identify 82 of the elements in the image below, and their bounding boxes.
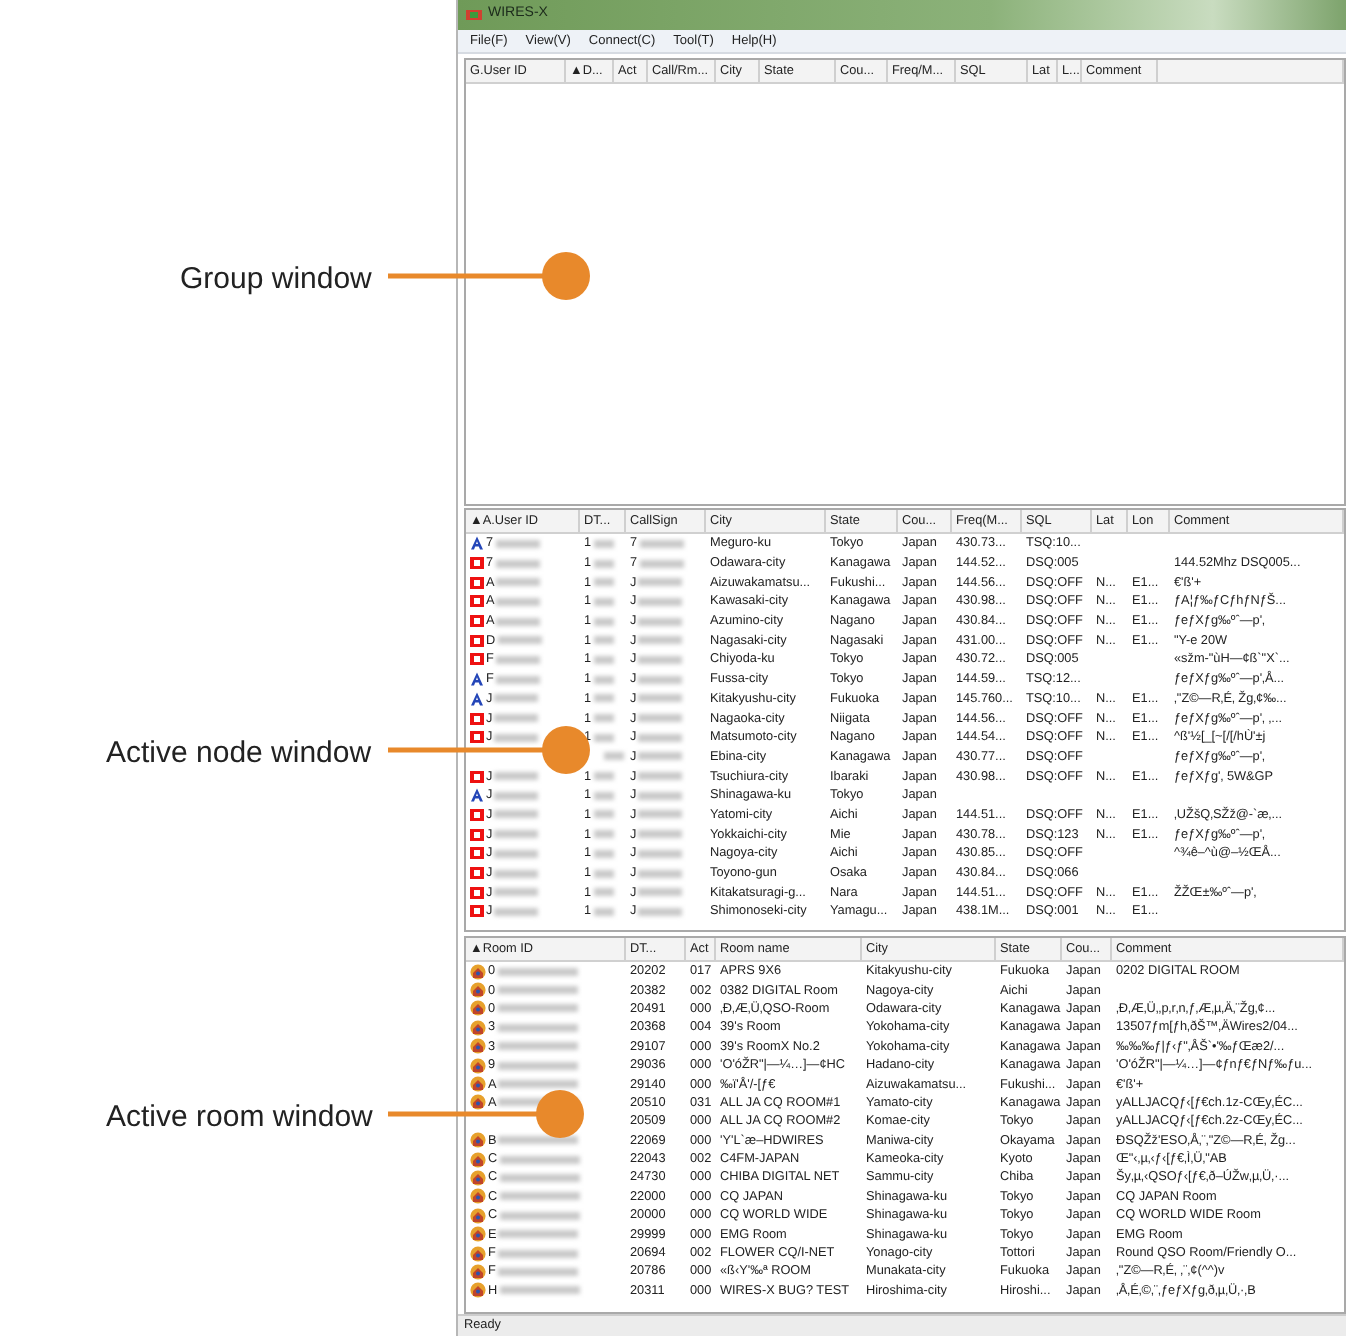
blurred-text-mark (638, 578, 683, 587)
blurred-text-mark (499, 1173, 580, 1182)
blurred-text-mark (494, 849, 539, 858)
blurred-text-mark (638, 597, 683, 606)
blurred-text-mark (638, 888, 683, 897)
blurred-text-mark (496, 597, 541, 606)
blurred-text-mark (638, 830, 683, 839)
blurred-text-mark (497, 1249, 578, 1258)
blurred-text-mark (638, 714, 683, 723)
blurred-text-mark (593, 539, 614, 548)
blurred-text-mark (639, 539, 684, 548)
blurred-text-mark (638, 636, 683, 645)
blurred-text-mark (593, 559, 614, 568)
blurred-text-mark (593, 772, 614, 781)
blurred-text-mark (638, 617, 683, 626)
blurred-text-mark (593, 888, 614, 897)
blurred-text-mark (498, 1136, 579, 1145)
blurred-text-mark (593, 791, 614, 800)
callout-label: Active room window (106, 1098, 373, 1138)
blurred-text-mark (495, 539, 540, 548)
callout-label: Active node window (106, 734, 372, 774)
blurred-text-mark (593, 578, 614, 587)
blurred-text-mark (593, 907, 614, 916)
blurred-text-mark (499, 1286, 580, 1295)
blurred-text-mark (604, 752, 624, 761)
blurred-text-mark (494, 830, 539, 839)
blurred-text-mark (593, 597, 614, 606)
blurred-text-mark (638, 675, 683, 684)
blurred-text-mark (638, 694, 683, 703)
blurred-text-mark (593, 849, 614, 858)
blurred-text-mark (499, 1211, 580, 1220)
blurred-text-mark (495, 655, 540, 664)
blurred-text-mark (593, 830, 614, 839)
blurred-text-mark (494, 733, 539, 742)
callout-dot (542, 252, 590, 300)
blurred-text-mark (497, 1267, 578, 1276)
blurred-text-mark (638, 869, 683, 878)
blurred-text-mark (593, 636, 614, 645)
blurred-text-mark (638, 772, 683, 781)
blurred-text-mark (494, 869, 539, 878)
blurred-text-mark (497, 1061, 578, 1070)
blurred-text-mark (497, 967, 578, 976)
blurred-text-mark (593, 810, 614, 819)
blurred-text-mark (496, 578, 541, 587)
blurred-text-mark (593, 675, 614, 684)
blurred-text-mark (639, 559, 684, 568)
callout-label: Group window (180, 260, 372, 300)
blurred-text-mark (638, 791, 683, 800)
blurred-text-mark (498, 1080, 579, 1089)
blurred-text-mark (495, 559, 540, 568)
blurred-text-mark (494, 810, 539, 819)
blurred-text-mark (638, 733, 683, 742)
blurred-text-mark (638, 655, 683, 664)
blurred-text-mark (496, 617, 541, 626)
blurred-text-mark (494, 772, 539, 781)
blurred-text-mark (497, 1042, 578, 1051)
blurred-text-mark (494, 888, 539, 897)
blurred-text-mark (497, 1023, 578, 1032)
blurred-text-mark (497, 636, 542, 645)
blurred-text-mark (593, 869, 614, 878)
blurred-text-mark (593, 655, 614, 664)
blurred-text-mark (593, 714, 614, 723)
blurred-text-mark (499, 1155, 580, 1164)
blurred-text-mark (495, 675, 540, 684)
blurred-text-mark (498, 1230, 579, 1239)
blurred-text-mark (497, 986, 578, 995)
blurred-text-mark (593, 617, 614, 626)
blurred-text-mark (497, 1004, 578, 1013)
blurred-text-mark (593, 733, 614, 742)
blurred-text-mark (494, 694, 539, 703)
callout-dot (536, 1090, 584, 1138)
blurred-text-mark (638, 752, 683, 761)
blurred-text-mark (593, 694, 614, 703)
blurred-text-mark (638, 810, 683, 819)
blurred-text-mark (494, 791, 539, 800)
callout-dot (542, 726, 590, 774)
blurred-text-mark (494, 907, 539, 916)
app-icon (466, 8, 482, 22)
blurred-text-mark (494, 714, 539, 723)
blurred-text-mark (638, 849, 683, 858)
blurred-text-mark (638, 907, 683, 916)
blurred-text-mark (499, 1192, 580, 1201)
